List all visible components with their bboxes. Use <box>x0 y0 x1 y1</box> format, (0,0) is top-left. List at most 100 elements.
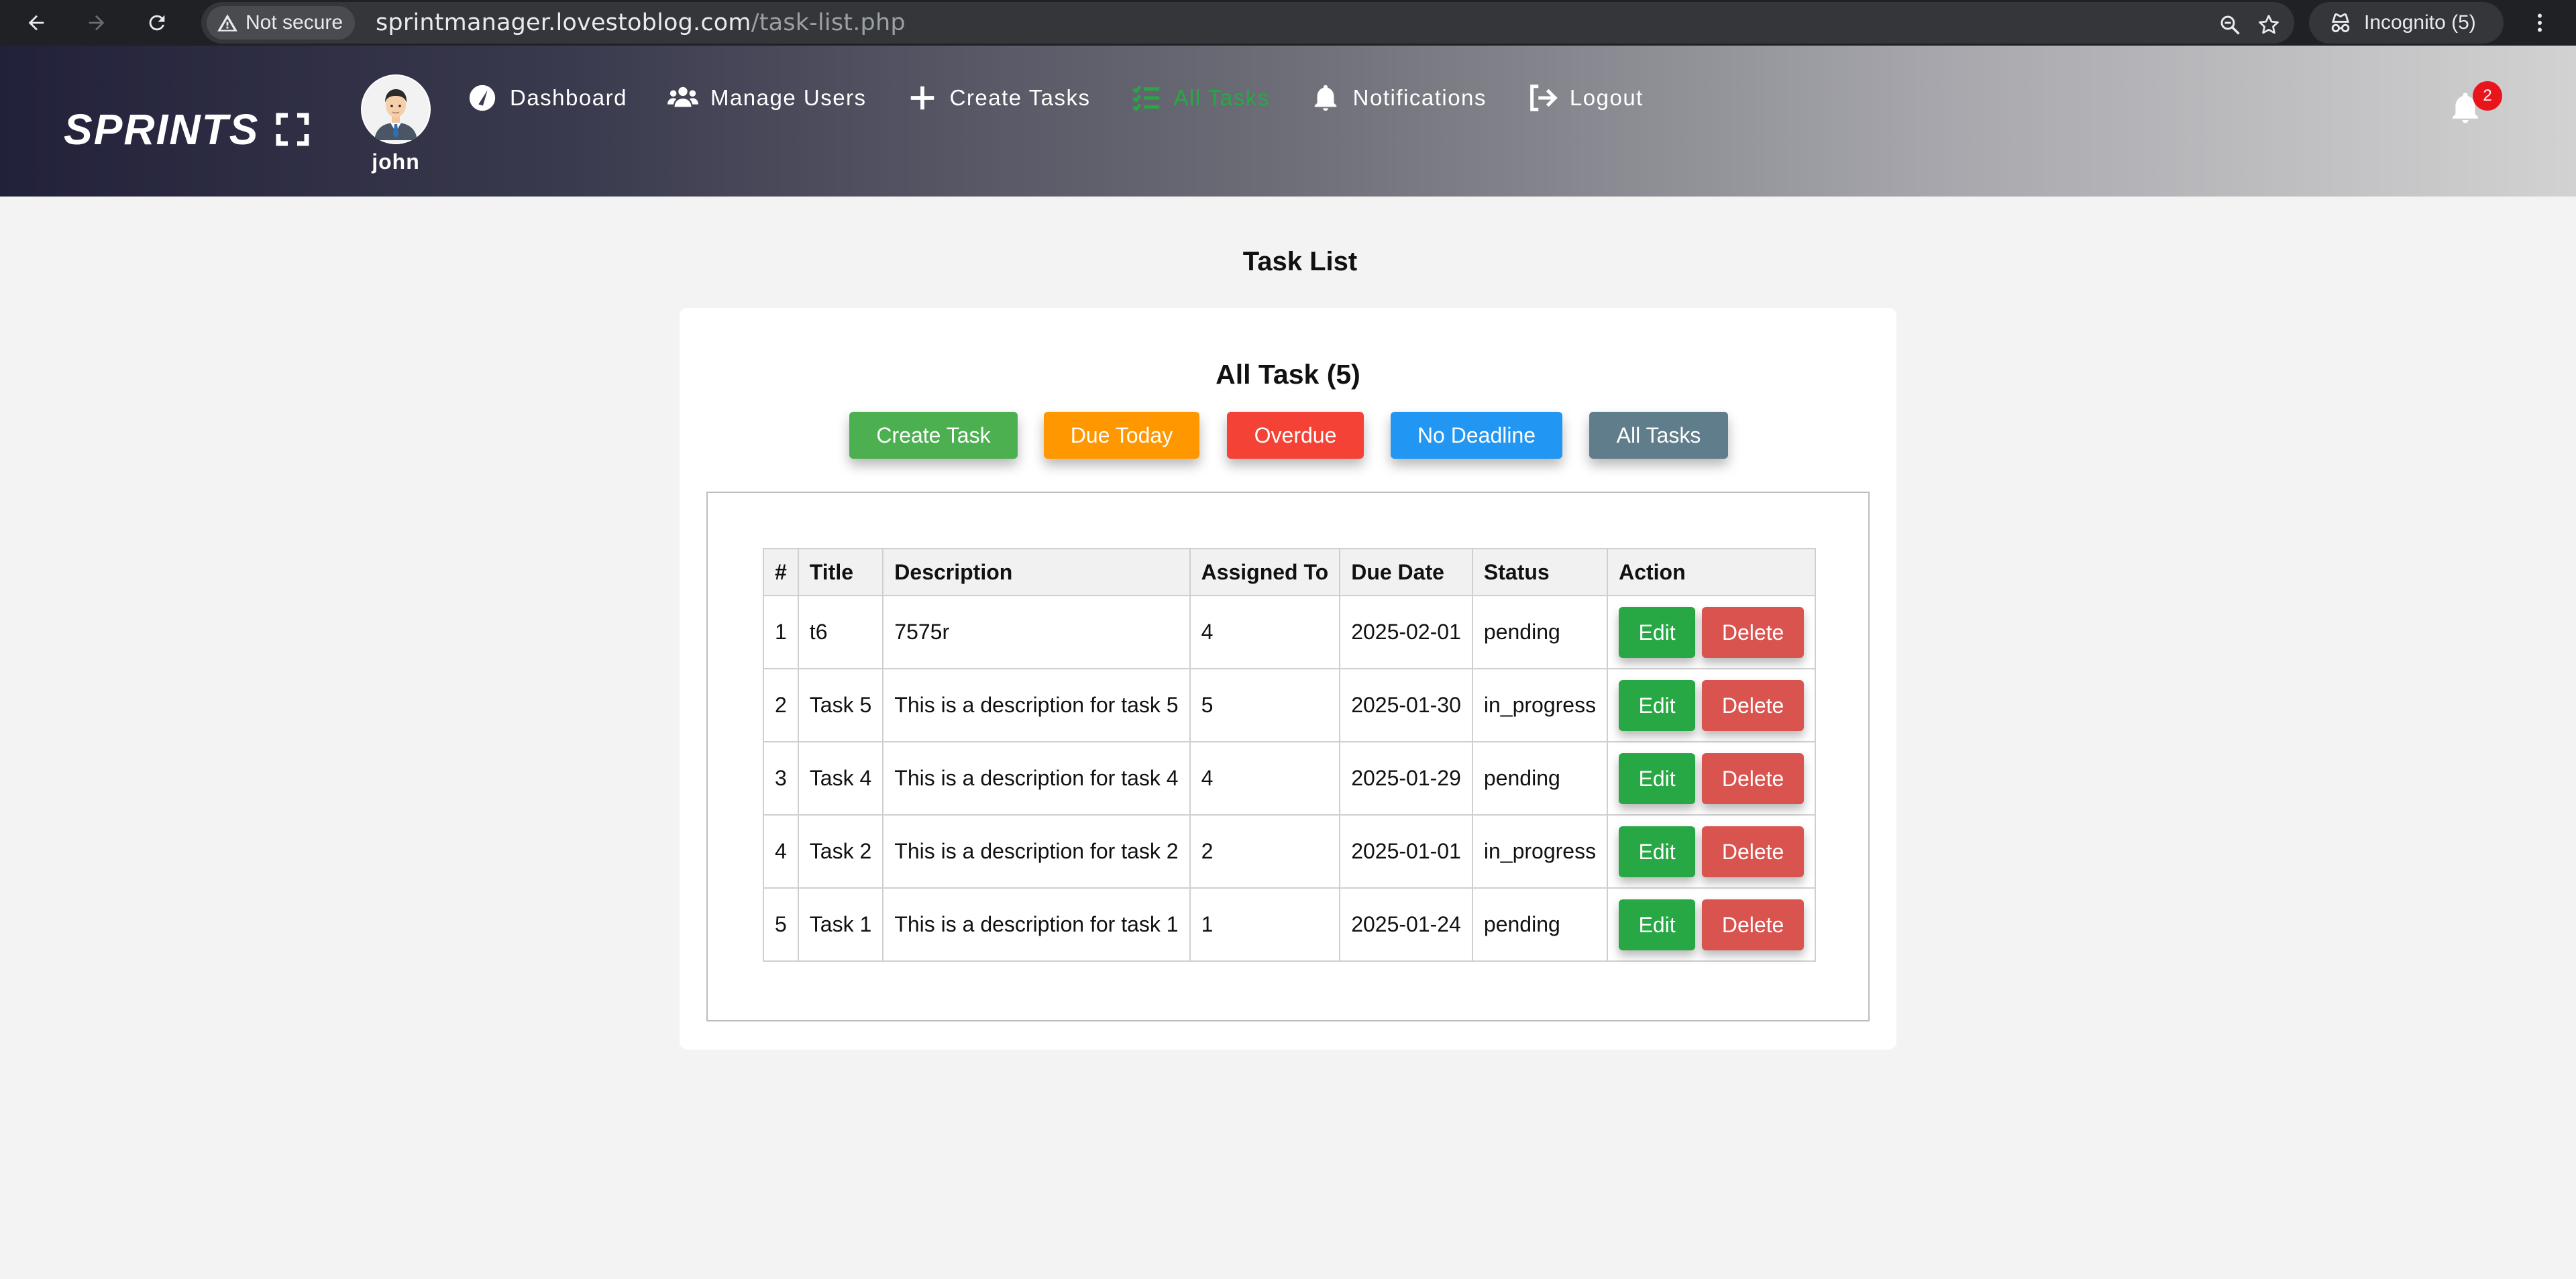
task-status: pending <box>1471 741 1609 816</box>
task-assigned-to: 1 <box>1189 887 1341 962</box>
column-header: Assigned To <box>1189 548 1341 596</box>
table-row: 4 Task 2 This is a description for task … <box>763 814 1817 889</box>
task-title: Task 5 <box>797 668 884 742</box>
table-row: 3 Task 4 This is a description for task … <box>763 741 1817 816</box>
table-container: # Title Description Assigned To Due Date… <box>706 492 1870 1021</box>
arrow-left-icon <box>28 15 44 31</box>
bookmark-button[interactable] <box>2253 9 2285 41</box>
edit-button[interactable]: Edit <box>1619 899 1696 950</box>
more-vert-icon <box>2538 13 2542 32</box>
task-title: t6 <box>797 595 884 669</box>
back-button[interactable] <box>20 7 52 39</box>
security-chip[interactable]: Not secure <box>207 6 356 40</box>
logo-text: SPRINTS <box>64 105 260 154</box>
edit-button[interactable]: Edit <box>1619 753 1696 804</box>
task-card: All Task (5) Create Task Due Today Overd… <box>680 308 1896 1050</box>
column-header: Status <box>1471 548 1609 596</box>
task-assigned-to: 4 <box>1189 595 1341 669</box>
nav-notifications[interactable]: Notifications <box>1310 82 1487 113</box>
nav-manage-users[interactable]: Manage Users <box>667 82 867 113</box>
edit-button[interactable]: Edit <box>1619 826 1696 877</box>
security-label: Not secure <box>246 11 343 34</box>
avatar[interactable] <box>361 74 431 144</box>
nav-create-tasks-label: Create Tasks <box>949 85 1091 110</box>
reload-icon <box>149 15 165 31</box>
task-status: in_progress <box>1471 668 1609 742</box>
users-icon <box>667 87 698 107</box>
edit-button[interactable]: Edit <box>1619 679 1696 731</box>
tasks-list-icon <box>1132 85 1159 112</box>
url-host: sprintmanager.lovestoblog.com <box>376 9 751 36</box>
incognito-label: Incognito (5) <box>2364 11 2476 34</box>
browser-menu-button[interactable] <box>2524 7 2556 39</box>
address-bar[interactable]: Not secure sprintmanager.lovestoblog.com… <box>201 2 2294 44</box>
delete-button[interactable]: Delete <box>1702 899 1805 950</box>
url-path: /task-list.php <box>751 9 906 36</box>
url-text[interactable]: sprintmanager.lovestoblog.com/task-list.… <box>376 2 906 44</box>
task-assigned-to: 2 <box>1189 814 1341 889</box>
column-header: Due Date <box>1339 548 1473 596</box>
gauge-icon <box>469 85 496 111</box>
warning-icon <box>217 14 237 32</box>
table-row: 5 Task 1 This is a description for task … <box>763 887 1817 962</box>
create-task-button[interactable]: Create Task <box>849 412 1018 459</box>
task-due-date: 2025-01-30 <box>1339 668 1473 742</box>
table-header-row: # Title Description Assigned To Due Date… <box>763 548 1817 596</box>
header-top-strip <box>0 46 2576 62</box>
delete-button[interactable]: Delete <box>1702 606 1805 658</box>
zoom-button[interactable] <box>2214 9 2246 41</box>
task-due-date: 2025-02-01 <box>1339 595 1473 669</box>
task-status: pending <box>1471 595 1609 669</box>
app-logo[interactable]: SPRINTS <box>64 103 311 156</box>
task-description: 7575r <box>882 595 1191 669</box>
column-header: Action <box>1607 548 1817 596</box>
arrow-right-icon <box>89 15 105 31</box>
delete-button[interactable]: Delete <box>1702 753 1805 804</box>
table-row: 2 Task 5 This is a description for task … <box>763 668 1817 742</box>
column-header: # <box>763 548 799 596</box>
task-assigned-to: 5 <box>1189 668 1341 742</box>
nav-all-tasks[interactable]: All Tasks <box>1131 82 1270 113</box>
page-title: Task List <box>1242 247 1358 276</box>
nav-manage-users-label: Manage Users <box>710 85 867 110</box>
reload-button[interactable] <box>141 7 173 39</box>
delete-button[interactable]: Delete <box>1702 826 1805 877</box>
column-header: Description <box>882 548 1191 596</box>
task-assigned-to: 4 <box>1189 741 1341 816</box>
notification-bell[interactable]: 2 <box>2447 81 2502 129</box>
username: john <box>372 150 420 174</box>
overdue-button[interactable]: Overdue <box>1227 412 1364 459</box>
task-status: in_progress <box>1471 814 1609 889</box>
nav-dashboard[interactable]: Dashboard <box>467 82 627 113</box>
user-avatar-icon <box>362 76 429 143</box>
task-title: Task 1 <box>797 887 884 962</box>
all-tasks-button[interactable]: All Tasks <box>1589 412 1728 459</box>
task-due-date: 2025-01-24 <box>1339 887 1473 962</box>
task-description: This is a description for task 5 <box>882 668 1191 742</box>
task-actions: Edit Delete <box>1607 741 1817 816</box>
nav-notifications-label: Notifications <box>1352 85 1487 110</box>
task-status: pending <box>1471 887 1609 962</box>
task-description: This is a description for task 4 <box>882 741 1191 816</box>
nav-logout[interactable]: Logout <box>1527 82 1644 113</box>
nav-dashboard-label: Dashboard <box>510 85 627 110</box>
logout-icon <box>1530 85 1558 111</box>
card-title: All Task (5) <box>1216 359 1360 390</box>
delete-button[interactable]: Delete <box>1702 679 1805 731</box>
task-due-date: 2025-01-29 <box>1339 741 1473 816</box>
table-row: 1 t6 7575r 4 2025-02-01 pending Edit Dele… <box>763 595 1817 669</box>
main-nav: Dashboard Manage Users Create Tasks All … <box>467 73 1684 123</box>
zoom-icon <box>2220 15 2240 35</box>
task-number: 1 <box>763 595 799 669</box>
task-description: This is a description for task 2 <box>882 814 1191 889</box>
forward-button[interactable] <box>80 7 113 39</box>
task-due-date: 2025-01-01 <box>1339 814 1473 889</box>
task-actions: Edit Delete <box>1607 668 1817 742</box>
task-number: 5 <box>763 887 799 962</box>
edit-button[interactable]: Edit <box>1619 606 1696 658</box>
incognito-indicator[interactable]: Incognito (5) <box>2309 2 2504 44</box>
user-profile[interactable]: john <box>361 74 431 174</box>
due-today-button[interactable]: Due Today <box>1044 412 1199 459</box>
no-deadline-button[interactable]: No Deadline <box>1391 412 1562 459</box>
nav-create-tasks[interactable]: Create Tasks <box>907 82 1091 113</box>
